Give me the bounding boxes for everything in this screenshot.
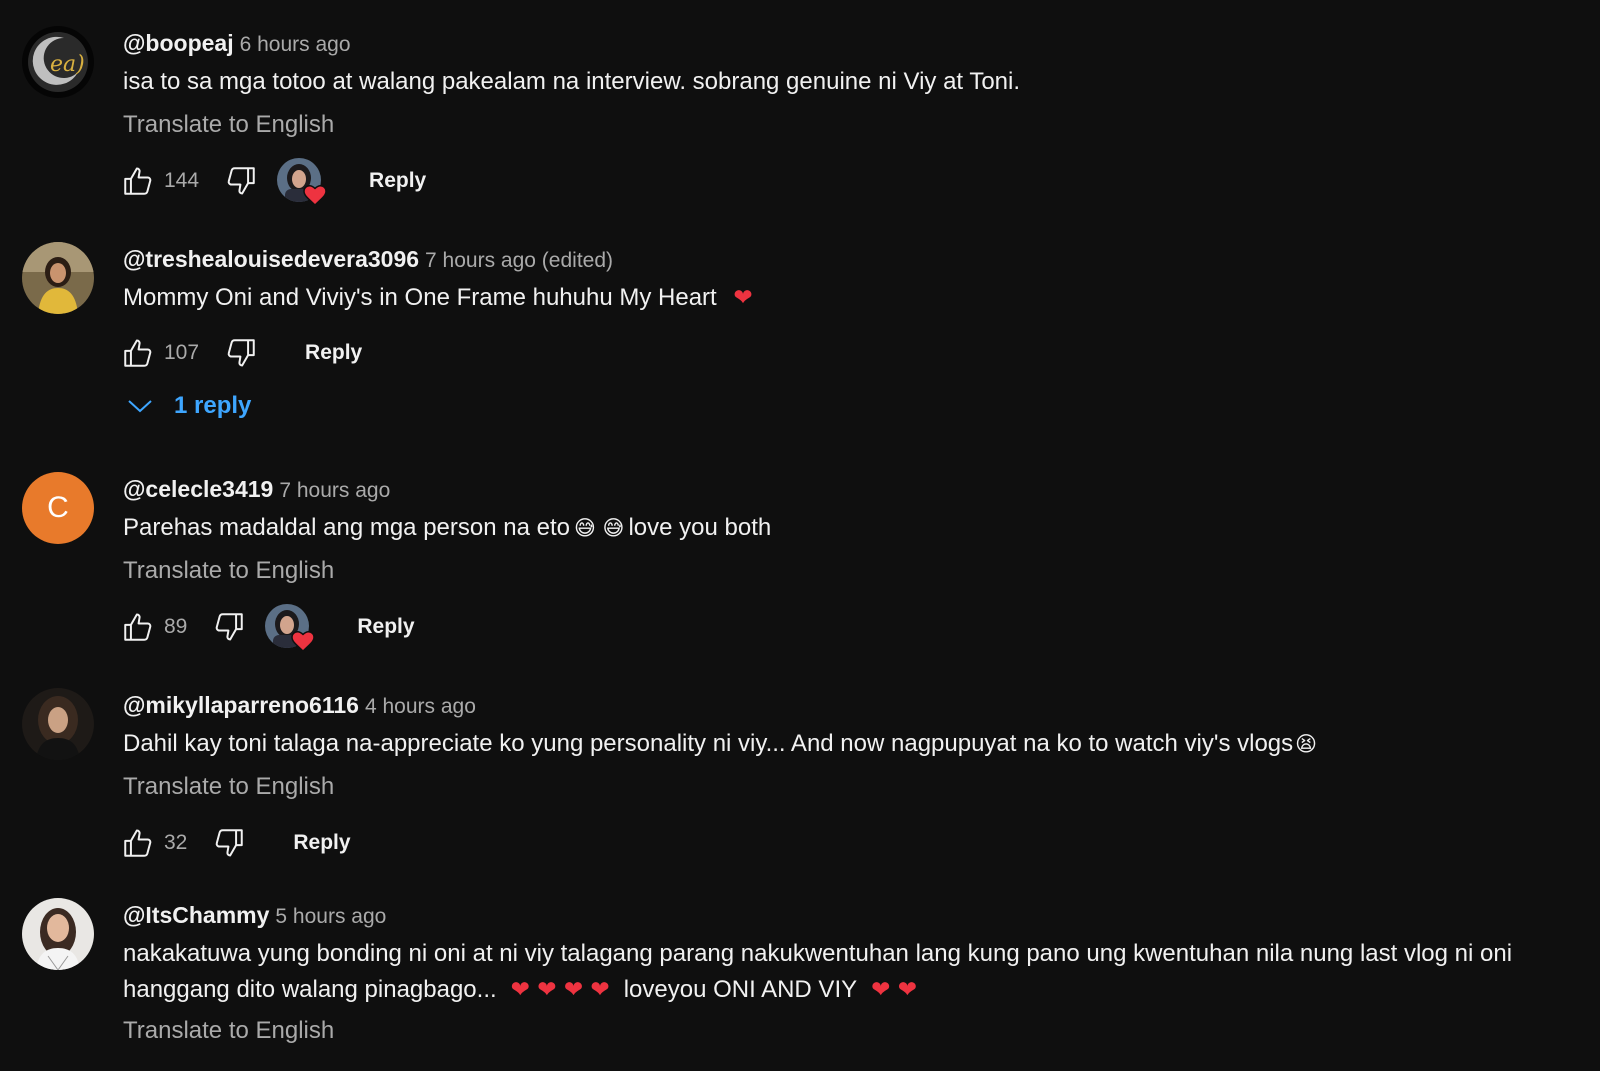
heart-emoji: ❤ <box>733 285 753 311</box>
comment-header: @mikyllaparreno6116 4 hours ago <box>123 690 476 724</box>
view-replies-button[interactable]: 1 reply <box>126 392 251 420</box>
like-button[interactable] <box>120 825 156 861</box>
comment-text-main: Dahil kay toni talaga na-appreciate ko y… <box>123 730 1294 757</box>
heart-emoji-group: ❤ ❤ ❤ ❤ <box>510 977 610 1003</box>
comment-time[interactable]: 5 hours ago <box>275 905 386 928</box>
comment-text-line-2: hanggang dito walang pinagbago... ❤ ❤ ❤ ❤… <box>123 972 917 1008</box>
thumb-down-icon <box>212 826 246 860</box>
comment-time[interactable]: 6 hours ago <box>240 33 351 56</box>
reply-button[interactable]: Reply <box>357 615 414 639</box>
comment-text-part: hanggang dito walang pinagbago... <box>123 976 497 1003</box>
like-count: 107 <box>164 341 200 364</box>
tired-face-emoji: 😫 <box>1295 732 1318 756</box>
comment-time[interactable]: 4 hours ago <box>365 695 476 718</box>
comment-actions: 107 Reply <box>120 328 362 378</box>
avatar[interactable]: C <box>22 472 94 544</box>
thumb-up-icon <box>121 826 155 860</box>
comment-time[interactable]: 7 hours ago (edited) <box>425 249 613 272</box>
translate-link[interactable]: Translate to English <box>123 772 334 802</box>
author-name[interactable]: @treshealouisedevera3096 <box>123 246 419 272</box>
author-name[interactable]: @mikyllaparreno6116 <box>123 692 359 718</box>
comment-header: @treshealouisedevera3096 7 hours ago (edi… <box>123 244 613 278</box>
like-count: 144 <box>164 169 200 192</box>
comment-text: Parehas madaldal ang mga person na eto 😅 … <box>123 510 771 546</box>
avatar[interactable] <box>22 688 94 760</box>
comment-text-part: loveyou ONI AND VIY <box>623 976 858 1003</box>
reply-button[interactable]: Reply <box>369 169 426 193</box>
avatar[interactable]: ea) <box>22 26 94 98</box>
comment-text: Dahil kay toni talaga na-appreciate ko y… <box>123 726 1317 762</box>
comment-actions: 32 Reply <box>120 818 351 868</box>
dislike-button[interactable] <box>223 335 259 371</box>
thumb-down-icon <box>224 164 258 198</box>
like-button[interactable] <box>120 609 156 645</box>
chevron-down-icon <box>128 400 152 413</box>
reply-button[interactable]: Reply <box>293 831 350 855</box>
thumb-up-icon <box>121 336 155 370</box>
heart-icon <box>303 184 327 206</box>
translate-link[interactable]: Translate to English <box>123 110 334 140</box>
translate-link[interactable]: Translate to English <box>123 1016 334 1046</box>
avatar[interactable] <box>22 242 94 314</box>
svg-text:ea): ea) <box>50 52 85 77</box>
author-name[interactable]: @celecle3419 <box>123 476 273 502</box>
replies-count: 1 reply <box>174 392 252 419</box>
comment-text-part: Parehas madaldal ang mga person na eto <box>123 514 570 541</box>
avatar[interactable] <box>22 898 94 970</box>
like-button[interactable] <box>120 335 156 371</box>
author-name[interactable]: @boopeaj <box>123 30 234 56</box>
like-count: 89 <box>164 615 188 638</box>
comment-text-part: love you both <box>628 514 772 541</box>
creator-heart <box>277 158 323 204</box>
reply-button[interactable]: Reply <box>305 341 362 365</box>
sweat-smile-emoji: 😅 😅 <box>573 516 625 540</box>
comment-header: @celecle3419 7 hours ago <box>123 474 390 508</box>
thumb-up-icon <box>121 164 155 198</box>
heart-icon <box>291 630 315 652</box>
comment-time[interactable]: 7 hours ago <box>279 479 390 502</box>
dislike-button[interactable] <box>223 163 259 199</box>
thumb-up-icon <box>121 610 155 644</box>
dislike-button[interactable] <box>211 825 247 861</box>
creator-heart <box>265 604 311 650</box>
comment-text-main: Mommy Oni and Viviy's in One Frame huhuh… <box>123 284 724 311</box>
dislike-button[interactable] <box>211 609 247 645</box>
thumb-down-icon <box>224 336 258 370</box>
comment-header: @ItsChammy 5 hours ago <box>123 900 386 934</box>
heart-emoji-group: ❤ ❤ <box>871 977 917 1003</box>
comment-text-line-1: nakakatuwa yung bonding ni oni at ni viy… <box>123 940 1513 967</box>
comment-actions: 89 Reply <box>120 602 415 652</box>
like-button[interactable] <box>120 163 156 199</box>
comment-text: Mommy Oni and Viviy's in One Frame huhuh… <box>123 280 753 316</box>
like-count: 32 <box>164 831 188 854</box>
author-name[interactable]: @ItsChammy <box>123 902 269 928</box>
thumb-down-icon <box>212 610 246 644</box>
comment-header: @boopeaj 6 hours ago <box>123 28 351 62</box>
comment-text: isa to sa mga totoo at walang pakealam n… <box>123 68 1021 95</box>
comment-actions: 144 Reply <box>120 156 426 206</box>
translate-link[interactable]: Translate to English <box>123 556 334 586</box>
